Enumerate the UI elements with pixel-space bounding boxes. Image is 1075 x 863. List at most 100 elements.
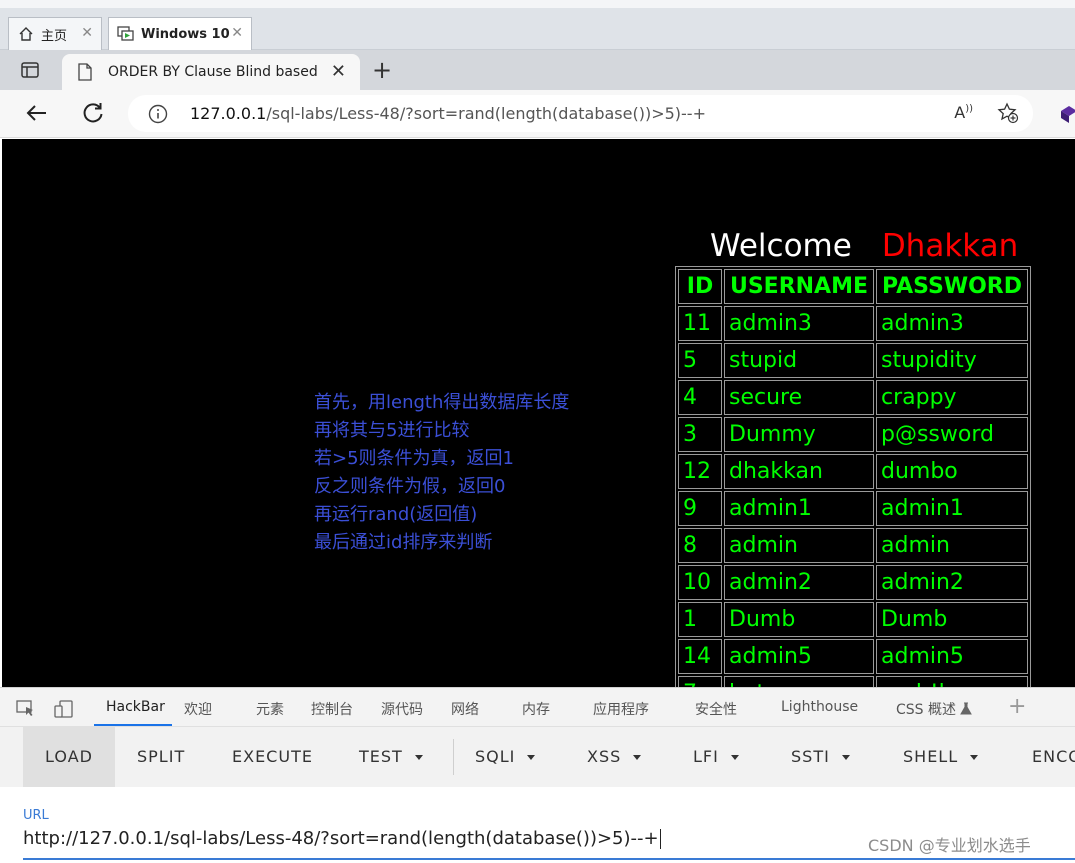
load-button[interactable]: LOAD: [23, 727, 115, 787]
cell-password: admin3: [876, 306, 1028, 341]
page-icon: [78, 63, 92, 81]
cell-username: stupid: [724, 343, 874, 378]
cell-password: admin: [876, 528, 1028, 563]
cell-password: dumbo: [876, 454, 1028, 489]
note-line: 最后通过id排序来判断: [314, 532, 493, 553]
vm-tab-windows10[interactable]: Windows 10 ✕: [108, 17, 252, 50]
cell-username: dhakkan: [724, 454, 874, 489]
active-tab-indicator: [94, 724, 172, 726]
lfi-menu-button[interactable]: LFI: [693, 727, 739, 787]
cell-password: crappy: [876, 380, 1028, 415]
note-line: 再将其与5进行比较: [314, 420, 470, 441]
close-icon[interactable]: ✕: [231, 25, 243, 41]
devtools-tab-elements[interactable]: 元素: [256, 699, 284, 719]
cell-username: secure: [724, 380, 874, 415]
inspect-element-icon[interactable]: [16, 700, 36, 718]
devtools-tab-welcome[interactable]: 欢迎: [184, 699, 212, 719]
cell-username: admin3: [724, 306, 874, 341]
chevron-down-icon: [730, 755, 739, 760]
shell-label: SHELL: [903, 747, 959, 766]
column-header-username: USERNAME: [724, 269, 874, 304]
close-tab-icon[interactable]: ✕: [331, 61, 346, 82]
cell-username: admin5: [724, 639, 874, 674]
split-button[interactable]: SPLIT: [137, 727, 185, 787]
address-toolbar: 127.0.0.1/sql-labs/Less-48/?sort=rand(le…: [0, 90, 1075, 138]
devtools-tab-css-overview[interactable]: CSS 概述: [896, 699, 973, 719]
back-arrow-icon[interactable]: [24, 100, 50, 126]
address-bar[interactable]: 127.0.0.1/sql-labs/Less-48/?sort=rand(le…: [128, 95, 1033, 132]
vm-tab-label: 主页: [41, 28, 68, 44]
chevron-down-icon: [527, 755, 536, 760]
url-input-underline: [23, 858, 1075, 860]
note-line: 反之则条件为假，返回0: [314, 476, 506, 497]
add-favorite-icon[interactable]: [997, 102, 1019, 124]
cell-username: batman: [724, 676, 874, 687]
vm-top-bar: [0, 0, 1075, 8]
extension-icon[interactable]: [1058, 103, 1075, 125]
table-row: 7batmanmob!le: [678, 676, 1028, 687]
note-line: 再运行rand(返回值): [314, 504, 478, 525]
reload-icon[interactable]: [80, 100, 106, 126]
devtools-tab-hackbar[interactable]: HackBar: [106, 699, 165, 715]
flask-icon: [960, 702, 973, 719]
page-content: Welcome Dhakkan ID USERNAME PASSWORD 11 ad…: [2, 139, 1075, 687]
devtools-tab-security[interactable]: 安全性: [695, 699, 737, 719]
cell-id: 12: [678, 454, 722, 489]
device-emulation-icon[interactable]: [54, 700, 74, 718]
cell-password: p@ssword: [876, 417, 1028, 452]
encoding-menu-button[interactable]: ENCO: [1032, 727, 1075, 787]
devtools-tab-application[interactable]: 应用程序: [593, 699, 649, 719]
cell-id: 7: [678, 676, 722, 687]
welcome-heading: Welcome Dhakkan: [710, 228, 1018, 264]
hackbar-toolbar: LOAD SPLIT EXECUTE TEST SQLI XSS LFI SST…: [0, 727, 1075, 787]
table-row: 3 Dummy p@ssword: [678, 417, 1028, 452]
ssti-menu-button[interactable]: SSTI: [791, 727, 850, 787]
shell-menu-button[interactable]: SHELL: [903, 727, 979, 787]
ssti-label: SSTI: [791, 747, 830, 766]
note-line: 若>5则条件为真，返回1: [314, 448, 514, 469]
more-tabs-icon[interactable]: +: [1008, 694, 1026, 719]
cell-password: admin5: [876, 639, 1028, 674]
cell-username: admin1: [724, 491, 874, 526]
devtools-tab-lighthouse[interactable]: Lighthouse: [781, 699, 858, 715]
url-field-label: URL: [23, 808, 49, 823]
cell-id: 5: [678, 343, 722, 378]
test-menu-button[interactable]: TEST: [359, 727, 423, 787]
tab-title: ORDER BY Clause Blind based: [108, 64, 318, 80]
cell-password: stupidity: [876, 343, 1028, 378]
table-row: 12 dhakkan dumbo: [678, 454, 1028, 489]
cell-username: Dummy: [724, 417, 874, 452]
cell-id: 10: [678, 565, 722, 600]
vm-tab-home[interactable]: 主页 ✕: [8, 17, 102, 50]
cell-username: admin: [724, 528, 874, 563]
info-icon[interactable]: [148, 104, 168, 124]
url-input[interactable]: http://127.0.0.1/sql-labs/Less-48/?sort=…: [23, 828, 661, 849]
read-aloud-icon[interactable]: A)): [954, 103, 973, 122]
test-label: TEST: [359, 747, 403, 766]
table-row: 4 secure crappy: [678, 380, 1028, 415]
browser-tab-active[interactable]: ORDER BY Clause Blind based ✕: [62, 54, 360, 90]
devtools-tab-sources[interactable]: 源代码: [381, 699, 423, 719]
csdn-watermark: CSDN @专业划水选手: [868, 836, 1031, 855]
devtools-tab-memory[interactable]: 内存: [522, 699, 550, 719]
lfi-label: LFI: [693, 747, 719, 766]
browser-tab-row: ORDER BY Clause Blind based ✕ +: [0, 50, 1075, 90]
new-tab-icon[interactable]: +: [372, 56, 392, 84]
vm-tab-strip: 主页 ✕ Windows 10 ✕: [0, 0, 1075, 50]
vm-tab-label: Windows 10: [141, 26, 230, 42]
column-header-id: ID: [678, 269, 722, 304]
table-row: 5 stupid stupidity: [678, 343, 1028, 378]
sqli-menu-button[interactable]: SQLI: [475, 727, 536, 787]
table-header-row: ID USERNAME PASSWORD: [678, 269, 1028, 304]
cell-password: Dumb: [876, 602, 1028, 637]
xss-menu-button[interactable]: XSS: [587, 727, 642, 787]
url-text[interactable]: 127.0.0.1/sql-labs/Less-48/?sort=rand(le…: [190, 104, 706, 123]
cell-password: mob!le: [876, 676, 1028, 687]
tab-actions-icon[interactable]: [20, 60, 44, 80]
devtools-tab-console[interactable]: 控制台: [311, 699, 353, 719]
screen: 主页 ✕ Windows 10 ✕ ORDER BY Clause Blind …: [0, 0, 1075, 863]
close-icon[interactable]: ✕: [81, 25, 93, 41]
execute-button[interactable]: EXECUTE: [232, 727, 313, 787]
chevron-down-icon: [633, 755, 642, 760]
devtools-tab-network[interactable]: 网络: [451, 699, 479, 719]
